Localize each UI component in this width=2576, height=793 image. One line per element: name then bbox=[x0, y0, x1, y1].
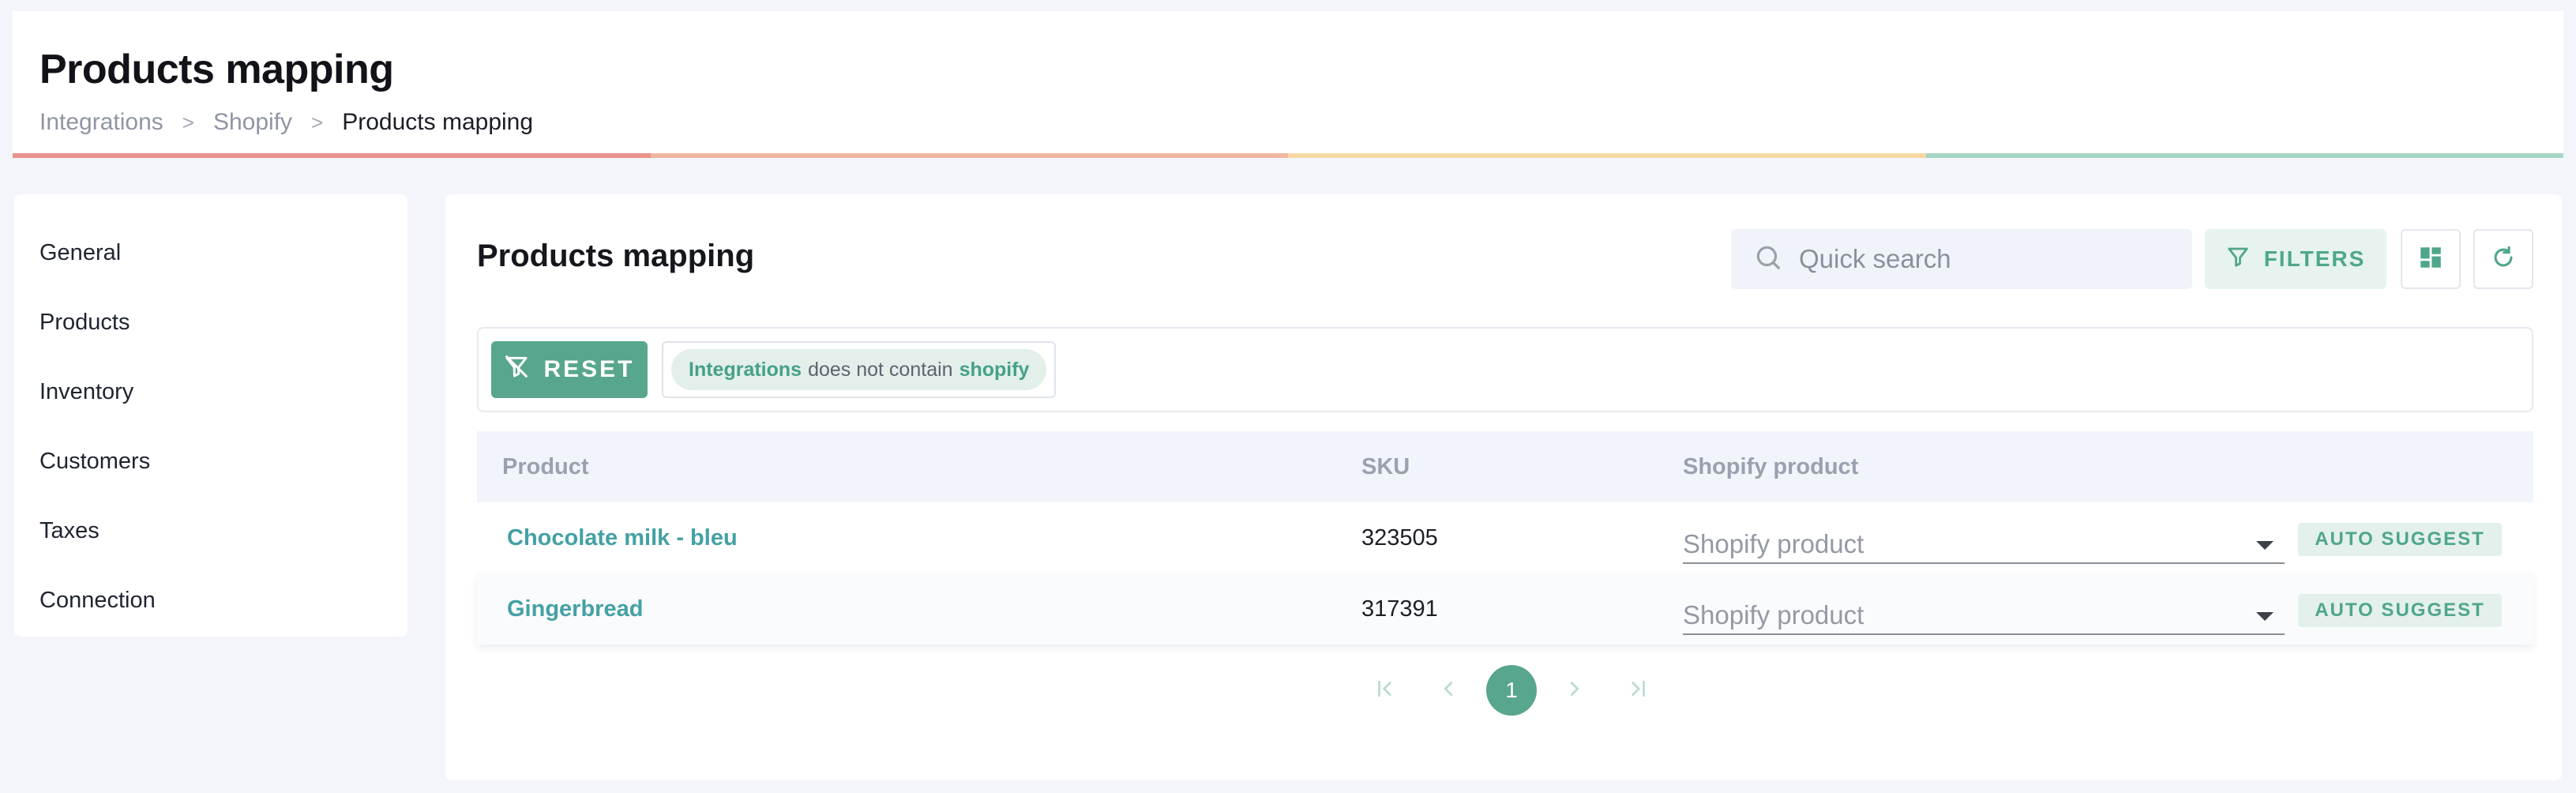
strip-segment bbox=[13, 153, 651, 158]
last-page-button[interactable] bbox=[1606, 665, 1669, 716]
current-page-button[interactable]: 1 bbox=[1486, 665, 1537, 716]
first-page-button[interactable] bbox=[1354, 665, 1417, 716]
main-panel: Products mapping FILTERS RESET bbox=[445, 194, 2562, 780]
strip-segment bbox=[650, 153, 1288, 158]
table-row: Chocolate milk - bleu 323505 Shopify pro… bbox=[477, 502, 2533, 573]
product-link[interactable]: Gingerbread bbox=[507, 596, 643, 622]
search-input[interactable] bbox=[1799, 244, 2178, 274]
sidebar-item-customers[interactable]: Customers bbox=[14, 427, 407, 496]
refresh-button[interactable] bbox=[2473, 229, 2533, 289]
page-title: Products mapping bbox=[39, 47, 394, 92]
sidebar-item-taxes[interactable]: Taxes bbox=[14, 496, 407, 566]
search-icon bbox=[1753, 242, 1783, 276]
last-page-icon bbox=[1626, 677, 1650, 705]
column-header-sku[interactable]: SKU bbox=[1361, 431, 1410, 502]
caret-down-icon bbox=[2256, 541, 2274, 550]
table-header: Product SKU Shopify product bbox=[477, 431, 2533, 502]
active-filters-bar: RESET Integrations does not contain shop… bbox=[477, 327, 2533, 412]
pagination: 1 bbox=[1354, 665, 1669, 716]
layout-button[interactable] bbox=[2401, 229, 2461, 289]
sidebar-item-general[interactable]: General bbox=[14, 218, 407, 288]
next-page-button[interactable] bbox=[1543, 665, 1606, 716]
sku-value: 323505 bbox=[1361, 524, 1438, 551]
strip-segment bbox=[1288, 153, 1926, 158]
select-placeholder: Shopify product bbox=[1683, 600, 1864, 630]
auto-suggest-button[interactable]: AUTO SUGGEST bbox=[2298, 523, 2502, 556]
sidebar-item-inventory[interactable]: Inventory bbox=[14, 357, 407, 427]
breadcrumb-shopify[interactable]: Shopify bbox=[213, 109, 292, 136]
column-header-shopify-product[interactable]: Shopify product bbox=[1683, 431, 1858, 502]
dashboard-layout-icon bbox=[2417, 244, 2444, 275]
products-table: Product SKU Shopify product Chocolate mi… bbox=[477, 431, 2533, 645]
sidebar: General Products Inventory Customers Tax… bbox=[14, 194, 407, 637]
refresh-icon bbox=[2490, 244, 2517, 275]
strip-segment bbox=[1925, 153, 2563, 158]
auto-suggest-button[interactable]: AUTO SUGGEST bbox=[2298, 594, 2502, 627]
caret-down-icon bbox=[2256, 612, 2274, 621]
filter-off-icon bbox=[504, 354, 529, 385]
previous-page-button[interactable] bbox=[1417, 665, 1480, 716]
sidebar-item-connection[interactable]: Connection bbox=[14, 566, 407, 635]
filters-label: FILTERS bbox=[2263, 246, 2366, 271]
select-placeholder: Shopify product bbox=[1683, 529, 1864, 558]
header-color-strip bbox=[13, 153, 2563, 158]
breadcrumb-separator: > bbox=[182, 110, 194, 134]
chevron-right-icon bbox=[1563, 677, 1587, 705]
column-header-product[interactable]: Product bbox=[502, 431, 589, 502]
table-row: Gingerbread 317391 Shopify product AUTO … bbox=[477, 573, 2533, 645]
section-title: Products mapping bbox=[477, 239, 755, 273]
breadcrumb-current: Products mapping bbox=[342, 109, 534, 135]
filter-chip-field: Integrations bbox=[689, 358, 802, 381]
filter-chip-value: shopify bbox=[959, 358, 1030, 381]
reset-label: RESET bbox=[543, 356, 635, 382]
search-box[interactable] bbox=[1731, 229, 2192, 289]
filters-button[interactable]: FILTERS bbox=[2205, 229, 2386, 289]
page-header: Products mapping Integrations > Shopify … bbox=[13, 11, 2563, 158]
breadcrumb: Integrations > Shopify > Products mappin… bbox=[39, 109, 533, 136]
shopify-product-select[interactable]: Shopify product bbox=[1683, 594, 2285, 635]
filter-chip-operator: does not contain bbox=[808, 358, 953, 381]
sidebar-item-products[interactable]: Products bbox=[14, 288, 407, 357]
product-link[interactable]: Chocolate milk - bleu bbox=[507, 525, 738, 551]
first-page-icon bbox=[1373, 677, 1397, 705]
shopify-product-select[interactable]: Shopify product bbox=[1683, 523, 2285, 564]
breadcrumb-integrations[interactable]: Integrations bbox=[39, 109, 163, 136]
sku-value: 317391 bbox=[1361, 596, 1438, 622]
filter-chip[interactable]: Integrations does not contain shopify bbox=[671, 349, 1047, 390]
breadcrumb-separator: > bbox=[311, 110, 324, 134]
reset-button[interactable]: RESET bbox=[491, 341, 648, 398]
filter-chip-container: Integrations does not contain shopify bbox=[662, 341, 1057, 398]
filter-icon bbox=[2226, 245, 2250, 274]
chevron-left-icon bbox=[1436, 677, 1460, 705]
